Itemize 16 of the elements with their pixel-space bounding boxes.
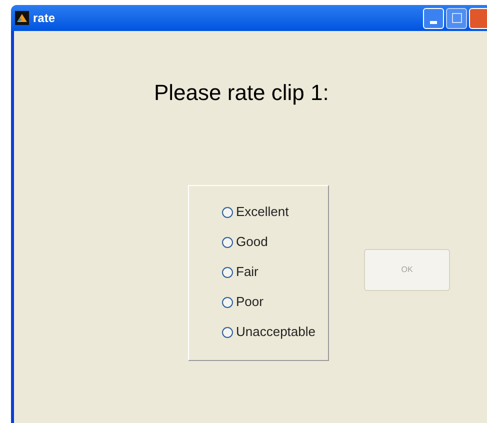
radio-button[interactable]	[222, 206, 233, 218]
minimize-button[interactable]	[423, 8, 444, 28]
prompt-heading: Please rate clip 1:	[153, 80, 330, 106]
radio-button[interactable]	[222, 236, 233, 248]
option-label: Excellent	[236, 203, 289, 222]
window-title: rate	[33, 10, 56, 27]
option-label: Poor	[236, 293, 264, 312]
radio-button[interactable]	[222, 266, 233, 278]
app-icon	[15, 11, 29, 25]
option-label: Good	[236, 233, 268, 252]
option-label: Unacceptable	[236, 323, 316, 342]
maximize-button[interactable]	[446, 8, 467, 28]
option-label: Fair	[236, 263, 258, 282]
radio-button[interactable]	[222, 326, 233, 338]
radio-button[interactable]	[222, 296, 233, 308]
close-button[interactable]	[469, 8, 487, 28]
